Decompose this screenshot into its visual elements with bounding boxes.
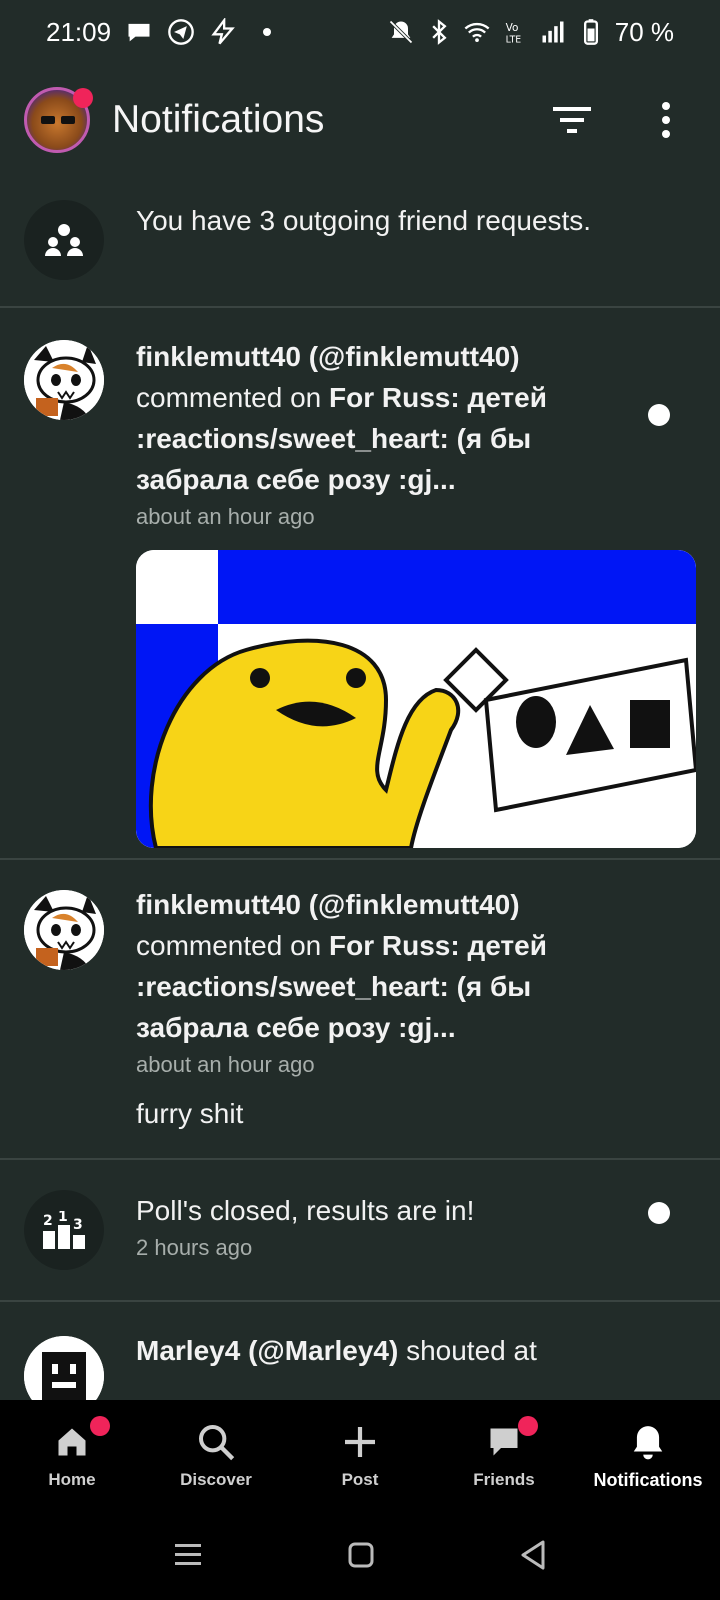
telegram-icon [168,19,194,45]
nav-post[interactable]: Post [288,1400,432,1510]
nav-post-label: Post [341,1470,379,1489]
signal-icon [542,21,564,43]
notification-poll[interactable]: 2 1 3 Poll's closed, results are in! 2 h… [0,1160,720,1302]
avatar-eye [61,116,75,124]
notification-action: commented on [136,930,329,961]
plus-icon [345,1427,375,1457]
notification-user[interactable]: finklemutt40 (@finklemutt40) [136,889,520,920]
status-bar: 21:09 Vo LTE 70 % [0,0,720,64]
bolt-icon [211,18,235,45]
home-badge [90,1416,110,1436]
battery-percent: 70 % [614,16,674,47]
people-icon [45,224,83,256]
friends-group-icon [24,200,104,280]
chat-bubble-icon [128,23,150,42]
notification-time: 2 hours ago [136,1235,253,1260]
home-button-icon[interactable] [348,1542,374,1568]
nav-friends[interactable]: Friends [432,1400,576,1510]
nav-notifications-label: Notifications [593,1469,703,1490]
notifications-feed: You have 3 outgoing friend requests. fin… [0,180,720,1422]
notification-text: Marley4 (@Marley4) shouted at [136,1330,696,1371]
comment-image[interactable] [136,550,696,848]
system-navigation [0,1510,720,1600]
nav-friends-label: Friends [473,1470,535,1489]
notification-time: about an hour ago [136,504,315,529]
notification-friend-requests[interactable]: You have 3 outgoing friend requests. [0,180,720,308]
meme-image [136,550,696,848]
notification-action: shouted at [398,1335,537,1366]
notification-comment[interactable]: finklemutt40 (@finklemutt40) commented o… [0,308,720,860]
bluetooth-icon [432,19,447,45]
unread-indicator [648,404,670,426]
filter-button[interactable] [550,98,594,142]
battery-icon [583,19,598,45]
more-options-button[interactable] [644,98,688,142]
poll-results-icon: 2 1 3 [43,1211,85,1249]
notification-text: You have 3 outgoing friend requests. [136,205,592,236]
user-avatar[interactable] [24,890,104,970]
unread-indicator [648,1202,670,1224]
app-bar: Notifications [0,72,720,168]
status-dot [263,28,272,36]
home-icon [58,1428,86,1456]
notification-text: finklemutt40 (@finklemutt40) commented o… [136,884,696,1048]
chat-icon [490,1428,518,1456]
filter-icon [553,107,591,133]
cat-avatar-image [24,890,104,970]
svg-text:LTE: LTE [505,35,521,46]
nav-discover[interactable]: Discover [144,1400,288,1510]
comment-body: furry shit [136,1098,244,1129]
back-icon[interactable] [519,1540,547,1570]
svg-text:2: 2 [43,1213,53,1229]
more-vertical-icon [662,102,670,138]
page-title: Notifications [112,98,325,141]
poll-icon-circle: 2 1 3 [24,1190,104,1270]
mute-icon [388,20,413,44]
svg-text:3: 3 [73,1217,83,1233]
svg-text:1: 1 [58,1211,68,1225]
search-icon [199,1425,235,1461]
notification-comment[interactable]: finklemutt40 (@finklemutt40) commented o… [0,860,720,1160]
svg-text:Vo: Vo [505,22,518,34]
friends-badge [518,1416,538,1436]
user-avatar[interactable] [24,340,104,420]
notification-action: commented on [136,382,329,413]
notification-user[interactable]: Marley4 (@Marley4) [136,1335,398,1366]
avatar-eye [41,116,55,124]
notification-user[interactable]: finklemutt40 (@finklemutt40) [136,341,520,372]
recent-apps-icon[interactable] [173,1542,203,1568]
profile-badge [73,88,93,108]
notification-text: Poll's closed, results are in! [136,1195,475,1226]
notification-text: finklemutt40 (@finklemutt40) commented o… [136,336,696,500]
status-time: 21:09 [46,16,112,47]
bell-icon [633,1425,663,1459]
profile-avatar[interactable] [24,87,93,153]
nav-notifications[interactable]: Notifications [576,1400,720,1510]
nav-discover-label: Discover [180,1470,252,1489]
notification-time: about an hour ago [136,1052,315,1077]
nav-home-label: Home [48,1470,96,1489]
cat-avatar-image [24,340,104,420]
bottom-navigation: Home Discover Post Friends Notifications [0,1400,720,1510]
wifi-icon [464,22,490,43]
nav-home[interactable]: Home [0,1400,144,1510]
volte-icon: VoLTE [505,22,521,46]
